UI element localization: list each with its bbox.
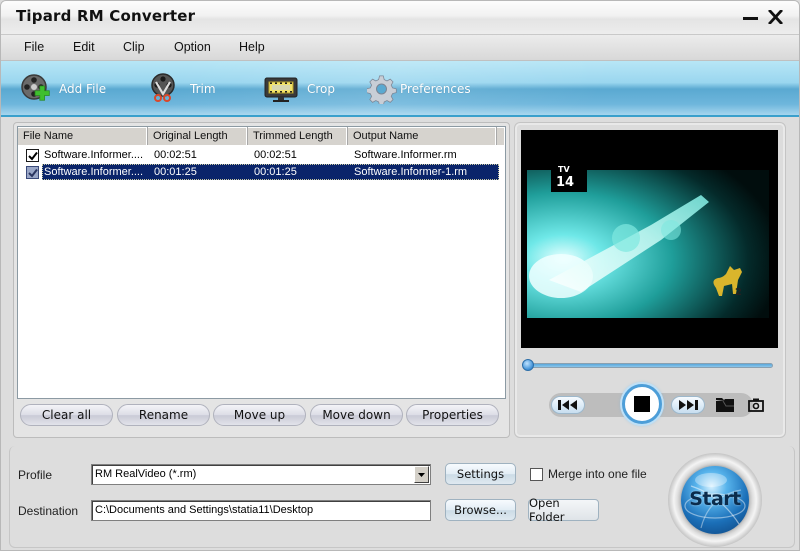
profile-label: Profile — [18, 468, 53, 482]
rename-button[interactable]: Rename — [117, 404, 210, 426]
open-folder-button[interactable] — [715, 396, 735, 414]
add-file-button[interactable]: Add File — [19, 71, 106, 107]
video-frame: TV 14 2 — [521, 130, 778, 348]
checkmark-icon — [28, 168, 38, 178]
menu-option[interactable]: Option — [174, 40, 211, 54]
film-reel-scissors-icon — [151, 73, 175, 102]
merge-label[interactable]: Merge into one file — [548, 467, 647, 481]
stop-button[interactable] — [622, 384, 662, 424]
destination-label: Destination — [18, 504, 79, 518]
close-button[interactable] — [765, 6, 787, 28]
start-button[interactable]: Start — [668, 453, 762, 547]
minimize-button[interactable] — [740, 6, 762, 28]
title-bar: Tipard RM Converter — [1, 1, 799, 35]
seek-thumb[interactable] — [522, 359, 534, 371]
profile-select-value: RM RealVideo (*.rm) — [95, 468, 197, 480]
properties-button[interactable]: Properties — [406, 404, 499, 426]
snapshot-button[interactable] — [747, 396, 765, 414]
dropdown-arrow[interactable] — [414, 466, 429, 483]
monitor-film-icon — [264, 77, 298, 102]
file-row-body: Software.Informer.... 00:02:51 00:02:51 … — [42, 147, 499, 163]
menu-bar: File Edit Clip Option Help — [1, 35, 799, 61]
gear-icon — [367, 75, 397, 104]
menu-clip[interactable]: Clip — [123, 40, 145, 54]
trimmed-length-cell: 00:01:25 — [254, 166, 297, 178]
output-name-cell: Software.Informer.rm — [354, 149, 457, 161]
file-row-selected[interactable]: Software.Informer.... 00:01:25 00:01:25 … — [20, 164, 499, 180]
browse-button[interactable]: Browse... — [445, 499, 516, 521]
profile-select[interactable]: RM RealVideo (*.rm) — [91, 464, 431, 485]
file-row-checkbox[interactable] — [26, 148, 39, 162]
preview-panel: TV 14 2 — [514, 122, 786, 438]
move-up-button[interactable]: Move up — [213, 404, 306, 426]
checkmark-icon — [28, 151, 38, 161]
video-preview: TV 14 2 — [521, 130, 778, 348]
output-name-cell: Software.Informer-1.rm — [354, 166, 468, 178]
file-name-cell: Software.Informer.... — [44, 166, 144, 178]
skip-previous-icon — [558, 400, 577, 410]
trim-button[interactable]: Trim — [146, 71, 216, 107]
file-name-cell: Software.Informer.... — [44, 149, 144, 161]
column-original-length[interactable]: Original Length — [148, 127, 248, 145]
app-window: Tipard RM Converter File Edit Clip Optio… — [0, 0, 800, 551]
rating-badge-bottom: 14 — [556, 175, 574, 190]
start-label: Start — [689, 488, 741, 510]
trimmed-length-cell: 00:02:51 — [254, 149, 297, 161]
previous-button[interactable] — [551, 396, 585, 414]
close-icon — [768, 10, 783, 24]
column-filler — [497, 127, 505, 145]
crop-button[interactable]: Crop — [263, 71, 335, 107]
file-list-actions: Clear all Rename Move up Move down Prope… — [20, 404, 504, 428]
window-title: Tipard RM Converter — [16, 7, 196, 25]
menu-file[interactable]: File — [24, 40, 44, 54]
column-output-name[interactable]: Output Name — [348, 127, 497, 145]
chevron-down-icon — [418, 472, 425, 477]
add-file-label: Add File — [59, 82, 107, 96]
seek-bar[interactable] — [525, 363, 773, 368]
file-row-checkbox[interactable] — [26, 165, 39, 179]
file-row[interactable]: Software.Informer.... 00:02:51 00:02:51 … — [20, 147, 499, 163]
preferences-label: Preferences — [400, 82, 471, 96]
file-list-panel: File Name Original Length Trimmed Length… — [13, 122, 510, 438]
column-trimmed-length[interactable]: Trimmed Length — [248, 127, 348, 145]
move-down-button[interactable]: Move down — [310, 404, 403, 426]
column-file-name[interactable]: File Name — [18, 127, 148, 145]
globe-icon: Start — [681, 466, 749, 534]
trim-label: Trim — [190, 82, 216, 96]
original-length-cell: 00:02:51 — [154, 149, 197, 161]
clear-all-button[interactable]: Clear all — [20, 404, 113, 426]
menu-edit[interactable]: Edit — [73, 40, 95, 54]
open-folder-icon — [716, 398, 734, 412]
playback-controls — [549, 384, 764, 424]
channel-logo-text: 2 — [735, 287, 742, 298]
crop-label: Crop — [307, 82, 336, 96]
menu-help[interactable]: Help — [239, 40, 265, 54]
open-folder-output-button[interactable]: Open Folder — [528, 496, 599, 524]
file-list[interactable]: File Name Original Length Trimmed Length… — [17, 126, 506, 399]
original-length-cell: 00:01:25 — [154, 166, 197, 178]
film-reel-add-icon — [21, 74, 50, 101]
preferences-button[interactable]: Preferences — [367, 71, 471, 107]
settings-button[interactable]: Settings — [445, 463, 516, 485]
destination-input[interactable]: C:\Documents and Settings\statia11\Deskt… — [91, 500, 431, 521]
skip-next-icon — [679, 400, 698, 410]
merge-checkbox[interactable] — [530, 468, 543, 481]
file-row-body: Software.Informer.... 00:01:25 00:01:25 … — [42, 164, 499, 180]
stop-icon — [634, 396, 650, 412]
file-list-header: File Name Original Length Trimmed Length… — [18, 127, 505, 145]
camera-icon — [748, 398, 764, 412]
rating-badge-top: TV — [558, 165, 570, 174]
toolbar: Add File Trim Crop Preferences — [1, 61, 799, 117]
next-button[interactable] — [671, 396, 705, 414]
